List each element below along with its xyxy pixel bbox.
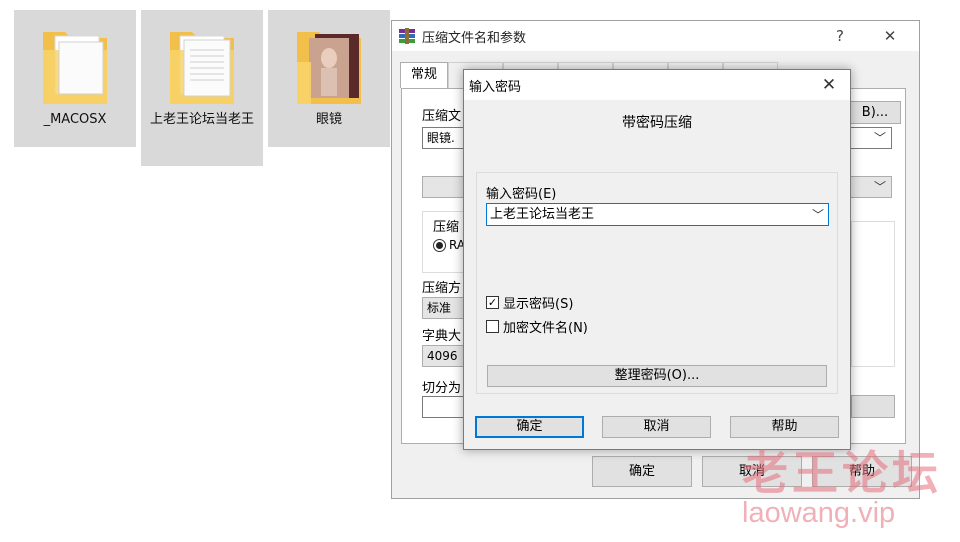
- folder-icon: [297, 32, 361, 104]
- watermark-cn: 老王论坛: [742, 446, 942, 500]
- show-password-label: 显示密码(S): [503, 297, 574, 312]
- show-password-checkbox[interactable]: ✓ 显示密码(S): [486, 293, 573, 312]
- password-label: 输入密码(E): [486, 187, 557, 202]
- password-cancel-button[interactable]: 取消: [602, 416, 711, 438]
- archive-titlebar: 压缩文件名和参数 ? ✕: [392, 21, 919, 51]
- method-label: 压缩方: [422, 281, 462, 296]
- password-body: 带密码压缩 输入密码(E) 上老王论坛当老王 ﹀ ✓ 显示密码(S) 加密文件名…: [464, 100, 850, 405]
- file-label: 上老王论坛当老王: [149, 112, 254, 127]
- set-password-button[interactable]: [851, 395, 895, 418]
- password-heading: 带密码压缩: [622, 115, 692, 131]
- password-value: 上老王论坛当老王: [490, 207, 595, 222]
- password-input[interactable]: 上老王论坛当老王 ﹀: [486, 203, 829, 226]
- checkmark-icon: ✓: [486, 296, 499, 309]
- password-ok-button[interactable]: 确定: [475, 416, 584, 438]
- help-title-button[interactable]: ?: [817, 21, 863, 51]
- tab-general[interactable]: 常规: [400, 62, 449, 88]
- close-icon[interactable]: ✕: [867, 21, 913, 51]
- watermark-en: laowang.vip: [742, 497, 896, 529]
- winrar-icon: [399, 28, 415, 44]
- split-label: 切分为: [422, 381, 462, 396]
- file-label: 眼镜: [315, 112, 342, 127]
- close-icon[interactable]: ✕: [812, 70, 846, 100]
- password-titlebar: 输入密码 ✕: [464, 70, 850, 100]
- encrypt-names-checkbox[interactable]: 加密文件名(N): [486, 317, 588, 336]
- format-radio-rar[interactable]: RA: [433, 238, 465, 252]
- dict-label: 字典大: [422, 329, 462, 344]
- archive-name-label: 压缩文: [422, 109, 462, 124]
- radio-selected-icon: [433, 238, 446, 252]
- browse-button[interactable]: B)...: [849, 101, 901, 124]
- password-group: 输入密码(E) 上老王论坛当老王 ﹀ ✓ 显示密码(S) 加密文件名(N) 整理…: [476, 172, 838, 394]
- desktop-folder-macosx[interactable]: _MACOSX: [14, 10, 136, 147]
- encrypt-names-label: 加密文件名(N): [503, 321, 588, 336]
- options-group: [851, 221, 895, 367]
- chevron-down-icon[interactable]: ﹀: [812, 205, 824, 226]
- archive-ok-button[interactable]: 确定: [592, 456, 692, 487]
- password-dialog-title: 输入密码: [469, 79, 522, 95]
- file-label: _MACOSX: [43, 112, 107, 127]
- desktop-folder-glasses[interactable]: 眼镜: [268, 10, 390, 147]
- password-dialog: 输入密码 ✕ 带密码压缩 输入密码(E) 上老王论坛当老王 ﹀ ✓ 显示密码(S…: [463, 69, 851, 450]
- chevron-down-icon[interactable]: ﹀: [874, 128, 886, 148]
- folder-icon: [43, 32, 107, 104]
- checkbox-empty-icon: [486, 320, 499, 333]
- organize-passwords-button[interactable]: 整理密码(O)...: [487, 365, 827, 387]
- chevron-down-icon[interactable]: ﹀: [874, 177, 886, 197]
- password-help-button[interactable]: 帮助: [730, 416, 839, 438]
- archive-title: 压缩文件名和参数: [422, 30, 527, 46]
- folder-icon: [170, 32, 234, 104]
- format-group-label: 压缩: [433, 220, 460, 235]
- desktop-folder-laowang[interactable]: 上老王论坛当老王: [141, 10, 263, 166]
- archive-name-value: 眼镜.: [427, 131, 455, 145]
